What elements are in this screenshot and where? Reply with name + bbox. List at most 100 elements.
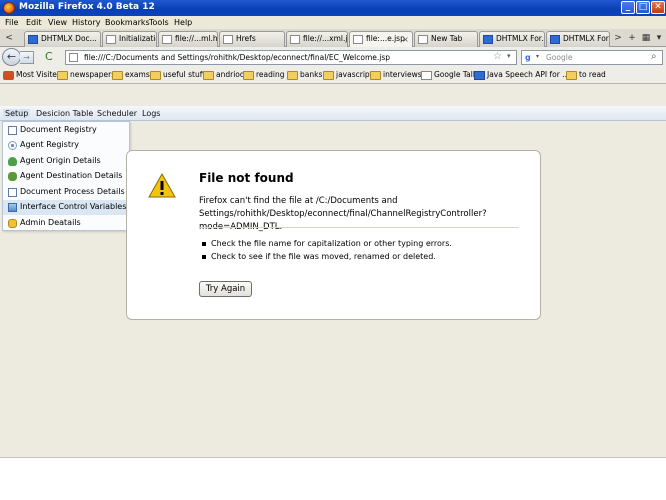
close-window-button[interactable]: ✕ [651, 1, 665, 14]
reload-button[interactable]: C [45, 51, 53, 63]
agent-destination-icon [8, 172, 17, 181]
search-bar[interactable]: g ▾ Google ⌕ [521, 50, 663, 65]
menu-item-admin-details[interactable]: Admin Deatails [3, 216, 129, 231]
app-menu-scheduler[interactable]: Scheduler [95, 109, 139, 118]
error-panel: File not found Firefox can't find the fi… [126, 150, 541, 320]
tab-label: New Tab [431, 34, 463, 43]
tab-dhtmlx-forum-1[interactable]: DHTMLX For... [479, 31, 545, 47]
tab-scroll-right-icon[interactable]: > [612, 32, 624, 44]
grid-icon[interactable]: ▦ [640, 32, 652, 44]
folder-icon [287, 71, 298, 80]
search-icon[interactable]: ⌕ [651, 51, 657, 62]
app-menu-logs[interactable]: Logs [140, 109, 162, 118]
bookmark-reading[interactable]: reading [243, 70, 285, 80]
admin-icon [8, 219, 17, 228]
tab-ml-html[interactable]: file://...ml.html [158, 31, 218, 47]
page-icon [69, 53, 78, 62]
most-visited-icon [3, 71, 14, 80]
page-icon [162, 35, 172, 44]
bookmark-label: banks [300, 70, 323, 79]
menu-help[interactable]: Help [174, 18, 192, 27]
folder-icon [566, 71, 577, 80]
tab-dhtmlx-forum-2[interactable]: DHTMLX For... [546, 31, 610, 47]
navigation-bar: ← → C file:///C:/Documents and Settings/… [0, 47, 666, 67]
bookmark-label: interviews [383, 70, 422, 79]
page-icon [421, 71, 432, 80]
url-dropdown-icon[interactable]: ▾ [507, 52, 511, 60]
tab-active-welcome[interactable]: file:...e.jsp × [349, 31, 413, 48]
menu-edit[interactable]: Edit [26, 18, 42, 27]
tab-label: DHTMLX For... [563, 34, 609, 43]
tab-dhtmlx-doc[interactable]: DHTMLX Doc... [24, 31, 101, 47]
bookmark-label: reading [256, 70, 285, 79]
title-bar: Mozilla Firefox 4.0 Beta 12 _ □ ✕ [0, 0, 666, 16]
menu-file[interactable]: File [5, 18, 18, 27]
tab-hrefs[interactable]: Hrefs [219, 31, 285, 47]
menu-item-label: Agent Origin Details [20, 156, 101, 165]
bookmark-useful-stuff[interactable]: useful stuff [150, 70, 205, 80]
menu-item-agent-registry[interactable]: Agent Registry [3, 138, 129, 153]
close-tab-icon[interactable]: × [401, 35, 410, 44]
tab-initialization[interactable]: Initialization ... [102, 31, 157, 47]
folder-icon [112, 71, 123, 80]
bookmark-google-talk[interactable]: Google Talk [421, 70, 477, 80]
url-bar[interactable]: file:///C:/Documents and Settings/rohith… [65, 50, 517, 65]
interface-icon [8, 203, 17, 212]
bookmark-newspapers[interactable]: newspapers [57, 70, 115, 80]
bookmark-label: andriod [216, 70, 245, 79]
url-text[interactable]: file:///C:/Documents and Settings/rohith… [84, 53, 390, 62]
minimize-button[interactable]: _ [621, 1, 635, 14]
tab-label: Hrefs [236, 34, 256, 43]
list-all-tabs-icon[interactable]: ▾ [653, 32, 665, 44]
menu-item-label: Admin Deatails [20, 218, 81, 227]
bookmark-java-speech[interactable]: Java Speech API for ... [474, 70, 569, 80]
bookmark-interviews[interactable]: interviews [370, 70, 422, 80]
forward-button[interactable]: → [20, 51, 34, 64]
menu-item-agent-origin-details[interactable]: Agent Origin Details [3, 154, 129, 169]
list-item: Check to see if the file was moved, rena… [202, 250, 522, 263]
bookmark-label: to read [579, 70, 606, 79]
menu-item-interface-control-variables[interactable]: Interface Control Variables [3, 200, 129, 215]
tab-scroll-left-icon[interactable]: < [3, 32, 15, 44]
bookmark-label: Most Visited [16, 70, 62, 79]
search-engine-dropdown-icon[interactable]: ▾ [536, 53, 539, 60]
dhtmlx-icon [483, 35, 493, 44]
bookmark-star-icon[interactable]: ☆ [493, 51, 502, 62]
try-again-button[interactable]: Try Again [199, 281, 252, 297]
menu-view[interactable]: View [48, 18, 67, 27]
app-menu-decision-table[interactable]: Desicion Table [34, 109, 95, 118]
app-menu-setup[interactable]: Setup [3, 109, 31, 118]
page-icon [418, 35, 428, 44]
menu-bookmarks[interactable]: Bookmarks [105, 18, 150, 27]
menu-item-label: Agent Destination Details [20, 171, 123, 180]
search-input[interactable]: Google [546, 53, 572, 62]
error-title: File not found [199, 171, 294, 185]
menu-item-label: Agent Registry [20, 140, 79, 149]
tab-label: DHTMLX Doc... [41, 34, 97, 43]
maximize-button[interactable]: □ [636, 1, 650, 14]
menu-history[interactable]: History [72, 18, 100, 27]
folder-icon [150, 71, 161, 80]
bookmark-banks[interactable]: banks [287, 70, 323, 80]
folder-icon [203, 71, 214, 80]
bookmarks-bar: Most Visited newspapers exams useful stu… [0, 67, 666, 84]
agent-icon [8, 157, 17, 166]
bookmark-exams[interactable]: exams [112, 70, 150, 80]
bookmark-to-read[interactable]: to read [566, 70, 606, 80]
menu-item-document-process-details[interactable]: Document Process Details [3, 185, 129, 200]
tab-xml-jsp[interactable]: file://...xml.jsp [286, 31, 348, 47]
folder-icon [243, 71, 254, 80]
google-icon[interactable]: g [525, 53, 535, 63]
setup-dropdown-menu: Document Registry Agent Registry Agent O… [2, 121, 130, 231]
bookmark-most-visited[interactable]: Most Visited [3, 70, 62, 80]
tab-new-tab[interactable]: New Tab [414, 31, 478, 47]
bookmark-andriod[interactable]: andriod [203, 70, 245, 80]
menu-item-label: Document Registry [20, 125, 97, 134]
menu-item-agent-destination-details[interactable]: Agent Destination Details [3, 169, 129, 184]
menu-item-document-registry[interactable]: Document Registry [3, 123, 129, 138]
new-tab-button[interactable]: + [626, 32, 638, 44]
dhtmlx-icon [550, 35, 560, 44]
menu-tools[interactable]: Tools [149, 18, 169, 27]
bookmark-javascript[interactable]: javascript [323, 70, 373, 80]
back-button[interactable]: ← [2, 48, 21, 66]
